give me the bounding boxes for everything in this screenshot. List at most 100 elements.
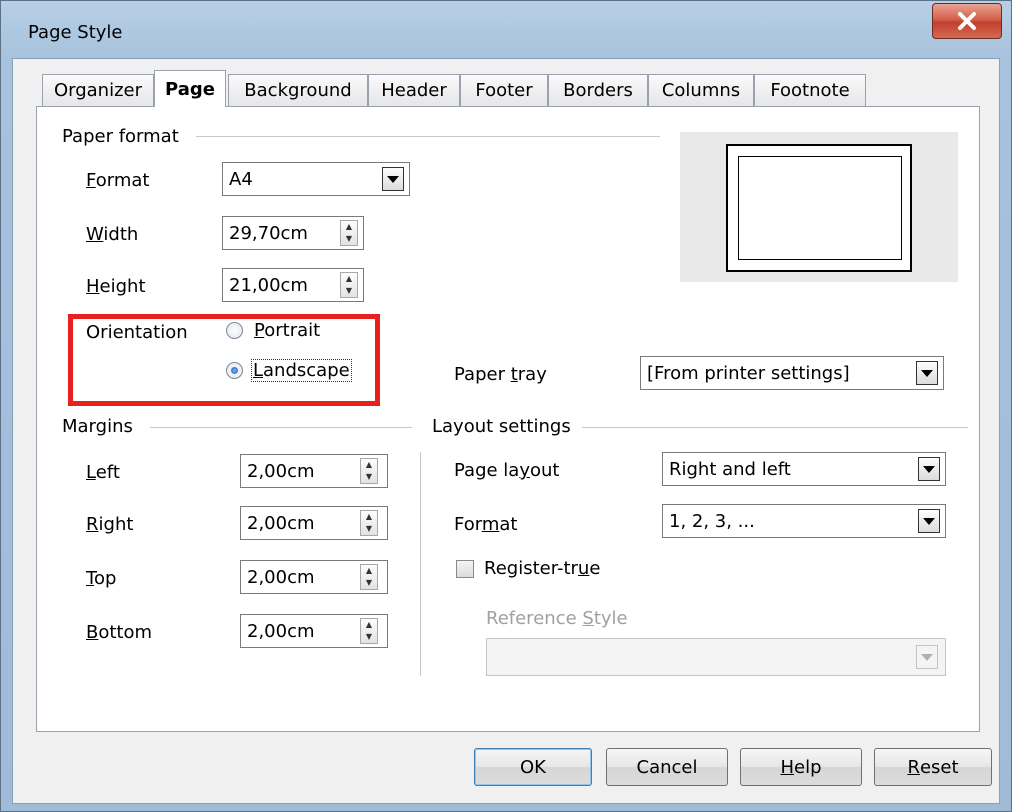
spin-down-icon: ▼ bbox=[365, 472, 373, 481]
mnemonic: R bbox=[907, 756, 920, 778]
layout-settings-group-label: Layout settings bbox=[432, 416, 571, 437]
preview-margins bbox=[738, 156, 902, 260]
group-divider bbox=[582, 427, 968, 428]
spin-buttons[interactable]: ▲ ▼ bbox=[340, 272, 358, 298]
tab-borders[interactable]: Borders bbox=[548, 74, 648, 106]
spin-down-icon: ▼ bbox=[345, 234, 353, 243]
tab-page[interactable]: Page bbox=[154, 70, 226, 107]
label-text: ight bbox=[98, 514, 134, 535]
paper-tray-label: Paper tray bbox=[454, 364, 547, 385]
tab-footnote[interactable]: Footnote bbox=[754, 74, 866, 106]
page-layout-label: Page layout bbox=[454, 460, 559, 481]
field-value: 2,00cm bbox=[247, 566, 315, 588]
cancel-button[interactable]: Cancel bbox=[606, 748, 728, 786]
dropdown-button[interactable] bbox=[918, 457, 940, 481]
field-value: 21,00cm bbox=[229, 274, 308, 296]
preview-page bbox=[726, 144, 912, 272]
tab-header[interactable]: Header bbox=[368, 74, 460, 106]
spin-up-icon: ▲ bbox=[365, 620, 373, 629]
mnemonic: y bbox=[519, 460, 530, 481]
label-text: tyle bbox=[593, 608, 628, 629]
width-label: Width bbox=[86, 224, 138, 245]
dropdown-button[interactable] bbox=[916, 361, 938, 385]
label-text: Reference bbox=[486, 608, 583, 629]
select-value: Right and left bbox=[669, 458, 791, 480]
register-true-label[interactable]: Register-true bbox=[484, 558, 600, 579]
spin-up-icon: ▲ bbox=[345, 274, 353, 283]
mnemonic: t bbox=[510, 364, 518, 385]
label-text: at bbox=[499, 514, 518, 535]
spin-buttons[interactable]: ▲ ▼ bbox=[360, 618, 378, 644]
paper-tray-select[interactable]: [From printer settings] bbox=[640, 356, 944, 390]
dropdown-button bbox=[916, 645, 938, 669]
margins-group-label: Margins bbox=[62, 416, 133, 437]
mnemonic: F bbox=[86, 170, 96, 191]
field-value: 2,00cm bbox=[247, 620, 315, 642]
label-text: ray bbox=[517, 364, 547, 385]
chevron-down-icon bbox=[921, 653, 933, 661]
mnemonic: B bbox=[86, 622, 99, 643]
window-title: Page Style bbox=[28, 22, 123, 43]
close-button[interactable] bbox=[932, 3, 1002, 39]
dropdown-button[interactable] bbox=[382, 167, 404, 191]
mnemonic: H bbox=[86, 276, 100, 297]
tab-footer[interactable]: Footer bbox=[460, 74, 548, 106]
label-text: For bbox=[454, 514, 482, 535]
bottom-margin-label: Bottom bbox=[86, 622, 152, 643]
tab-label: Organizer bbox=[53, 80, 143, 101]
label-text: ottom bbox=[98, 622, 153, 643]
chevron-down-icon bbox=[387, 175, 399, 183]
highlight-box bbox=[68, 314, 380, 406]
left-margin-label: Left bbox=[86, 462, 120, 483]
register-true-checkbox[interactable] bbox=[456, 560, 474, 578]
select-value: 1, 2, 3, ... bbox=[669, 510, 755, 532]
chevron-down-icon bbox=[923, 465, 935, 473]
label-text: out bbox=[530, 460, 560, 481]
mnemonic: R bbox=[86, 514, 99, 535]
spin-buttons[interactable]: ▲ ▼ bbox=[360, 564, 378, 590]
tab-columns[interactable]: Columns bbox=[648, 74, 754, 106]
top-margin-label: Top bbox=[86, 568, 116, 589]
mnemonic: m bbox=[481, 514, 500, 535]
spin-buttons[interactable]: ▲ ▼ bbox=[360, 458, 378, 484]
ok-button[interactable]: OK bbox=[474, 748, 592, 786]
page-layout-select[interactable]: Right and left bbox=[662, 452, 946, 486]
spin-down-icon: ▼ bbox=[365, 578, 373, 587]
dropdown-button[interactable] bbox=[918, 509, 940, 533]
label-text: eight bbox=[99, 276, 146, 297]
format-label: Format bbox=[86, 170, 149, 191]
button-label: elp bbox=[794, 756, 822, 778]
mnemonic: W bbox=[86, 224, 104, 245]
label-text: ormat bbox=[95, 170, 150, 191]
chevron-down-icon bbox=[921, 369, 933, 377]
page-preview bbox=[680, 132, 958, 282]
label-text: Page la bbox=[454, 460, 520, 481]
spin-buttons[interactable]: ▲ ▼ bbox=[360, 510, 378, 536]
close-icon bbox=[958, 12, 976, 30]
numbering-format-label: Format bbox=[454, 514, 517, 535]
select-value: [From printer settings] bbox=[647, 362, 850, 384]
tab-background[interactable]: Background bbox=[228, 74, 368, 106]
numbering-format-select[interactable]: 1, 2, 3, ... bbox=[662, 504, 946, 538]
reset-button[interactable]: Reset bbox=[874, 748, 992, 786]
spin-buttons[interactable]: ▲ ▼ bbox=[340, 220, 358, 246]
paper-format-group-label: Paper format bbox=[62, 126, 179, 147]
vertical-divider bbox=[420, 452, 421, 676]
tab-label: Background bbox=[244, 80, 352, 101]
help-button[interactable]: Help bbox=[740, 748, 862, 786]
reference-style-label: Reference Style bbox=[486, 608, 628, 629]
tab-label: Columns bbox=[661, 80, 741, 101]
tab-label: Header bbox=[381, 80, 447, 101]
button-label: eset bbox=[919, 756, 959, 778]
mnemonic: S bbox=[582, 608, 594, 629]
field-value: 2,00cm bbox=[247, 460, 315, 482]
tab-label: Page bbox=[165, 78, 215, 100]
spin-up-icon: ▲ bbox=[345, 222, 353, 231]
group-divider bbox=[196, 136, 660, 137]
spin-down-icon: ▼ bbox=[365, 524, 373, 533]
mnemonic: L bbox=[86, 462, 96, 483]
mnemonic: u bbox=[577, 558, 590, 579]
tab-organizer[interactable]: Organizer bbox=[42, 74, 154, 106]
label-text: Paper bbox=[454, 364, 511, 385]
mnemonic: H bbox=[780, 756, 795, 778]
